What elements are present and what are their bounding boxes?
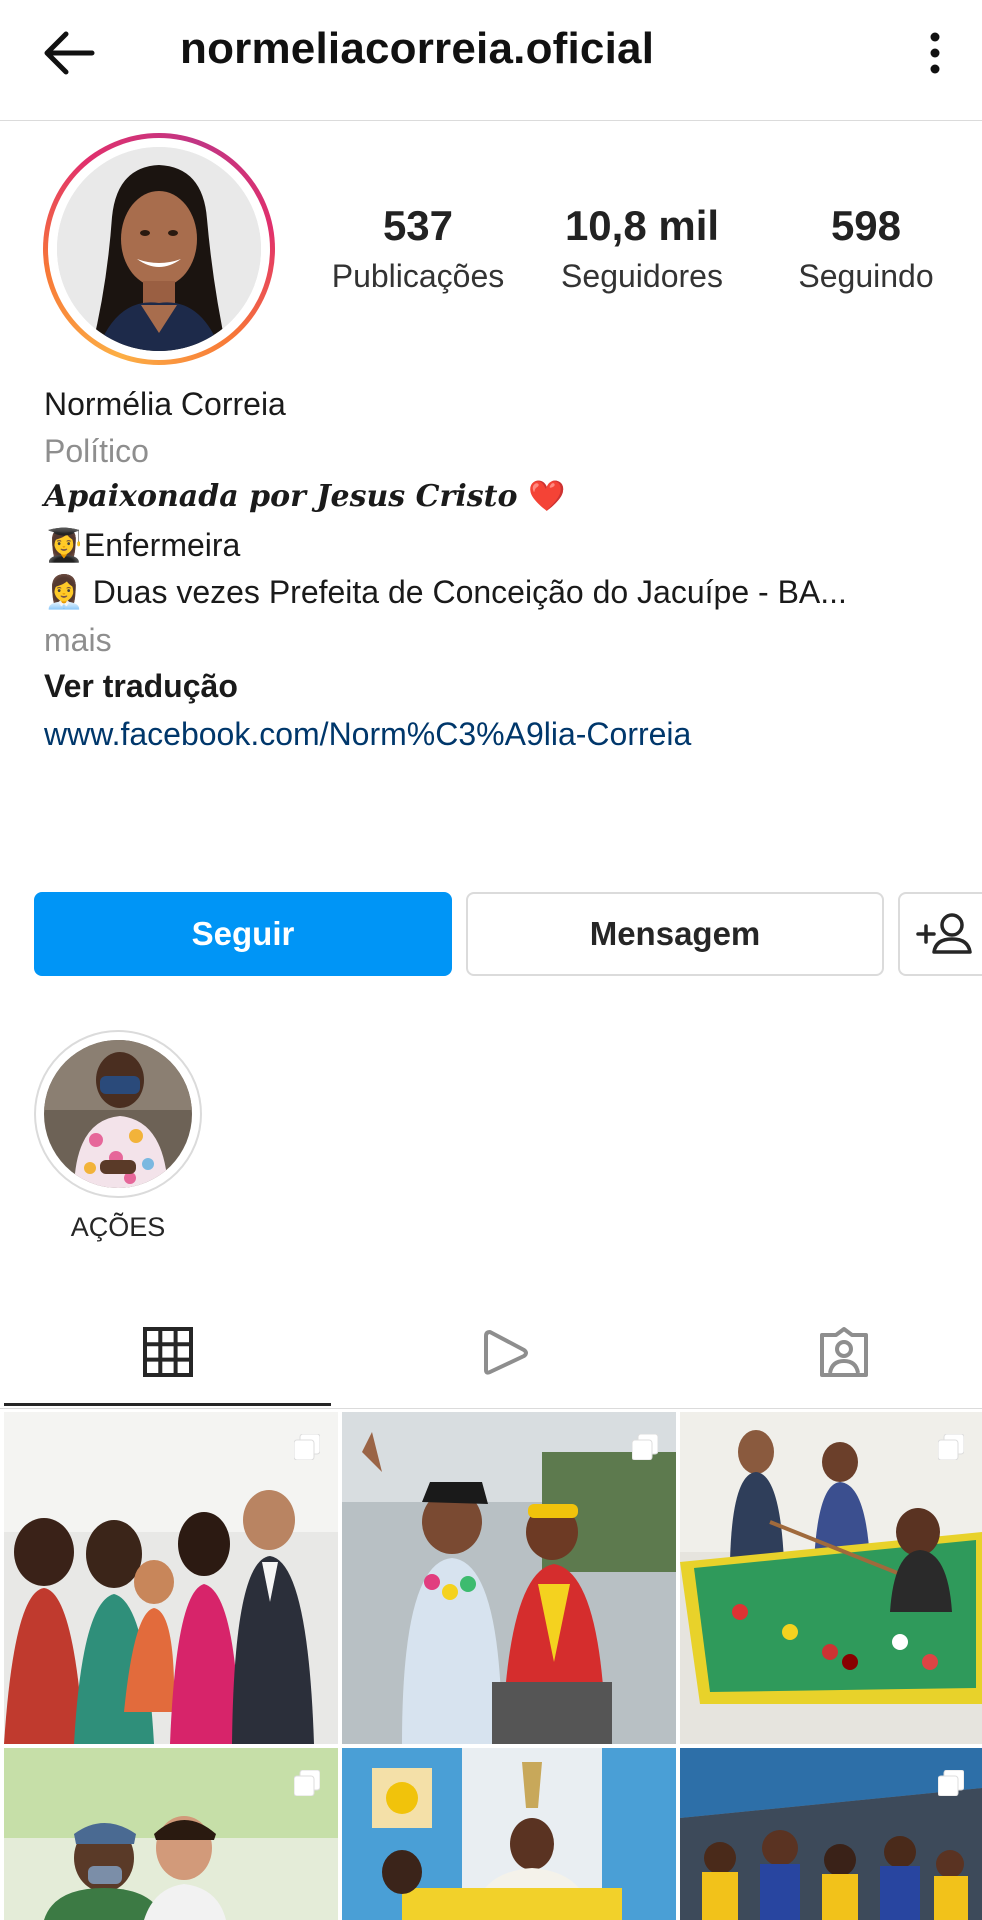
reels-play-icon: [483, 1330, 528, 1375]
followers-stat[interactable]: 10,8 mil Seguidores: [532, 198, 752, 296]
post-image: [4, 1748, 338, 1920]
story-highlight-acoes[interactable]: [34, 1030, 202, 1198]
bio-occupation-text: Enfermeira: [83, 527, 241, 563]
student-emoji-icon: 👩‍🎓: [44, 527, 84, 563]
multiple-photos-icon: [294, 1770, 320, 1796]
profile-photo: [57, 147, 261, 351]
following-stat[interactable]: 598 Seguindo: [756, 198, 976, 296]
add-user-icon: [916, 913, 972, 954]
bio-line-mayor: 👩‍💼 Duas vezes Prefeita de Conceição do …: [44, 572, 847, 612]
follow-button[interactable]: Seguir: [34, 892, 452, 976]
profile-category: Político: [44, 433, 149, 469]
bio-tagline: Apaixonada por Jesus Cristo ❤️: [44, 477, 565, 517]
highlight-cover-image: [44, 1040, 192, 1188]
following-count: 598: [830, 202, 902, 249]
more-options-icon[interactable]: [918, 30, 952, 76]
see-translation-link[interactable]: Ver tradução: [44, 666, 238, 706]
post-image: [680, 1748, 982, 1920]
message-button[interactable]: Mensagem: [466, 892, 884, 976]
post-thumbnail[interactable]: [342, 1748, 676, 1920]
posts-label: Publicações: [331, 258, 505, 294]
tab-reels[interactable]: [342, 1300, 669, 1406]
multiple-photos-icon: [294, 1434, 320, 1460]
multiple-photos-icon: [938, 1770, 964, 1796]
posts-count: 537: [382, 202, 454, 249]
following-label: Seguindo: [798, 258, 934, 294]
multiple-photos-icon: [632, 1434, 658, 1460]
posts-stat[interactable]: 537 Publicações: [308, 198, 528, 296]
post-thumbnail[interactable]: [680, 1748, 982, 1920]
multiple-photos-icon: [938, 1434, 964, 1460]
post-thumbnail[interactable]: [680, 1412, 982, 1744]
post-thumbnail[interactable]: [342, 1412, 676, 1744]
post-image: [680, 1412, 982, 1744]
grid-icon: [142, 1326, 193, 1377]
profile-tabs: [0, 1300, 982, 1409]
post-thumbnail[interactable]: [4, 1412, 338, 1744]
profile-name: Normélia Correia: [44, 386, 286, 422]
post-image: [342, 1748, 676, 1920]
tab-posts-grid[interactable]: [4, 1300, 331, 1406]
bio-mayor-text: Duas vezes Prefeita de Conceição do Jacu…: [83, 574, 847, 610]
bio-line-occupation: 👩‍🎓Enfermeira: [44, 525, 240, 565]
bio-website-link[interactable]: www.facebook.com/Norm%C3%A9lia-Correia: [44, 714, 691, 754]
post-image: [342, 1412, 676, 1744]
top-bar: normeliacorreia.oficial: [0, 0, 982, 121]
post-thumbnail[interactable]: [4, 1748, 338, 1920]
profile-avatar[interactable]: [43, 133, 275, 365]
heart-emoji-icon: ❤️: [527, 479, 566, 514]
back-arrow-icon[interactable]: [40, 26, 100, 80]
followers-count: 10,8 mil: [564, 202, 720, 249]
office-worker-emoji-icon: 👩‍💼: [44, 574, 84, 610]
tagged-person-icon: [819, 1327, 868, 1377]
tab-tagged[interactable]: [680, 1300, 982, 1406]
bio-tagline-text: Apaixonada por Jesus Cristo: [44, 479, 518, 514]
post-image: [4, 1412, 338, 1744]
suggested-users-button[interactable]: [898, 892, 982, 976]
bio-more-link[interactable]: mais: [44, 620, 112, 660]
followers-label: Seguidores: [561, 258, 723, 294]
username-title: normeliacorreia.oficial: [180, 24, 655, 73]
highlight-label: AÇÕES: [70, 1212, 166, 1242]
